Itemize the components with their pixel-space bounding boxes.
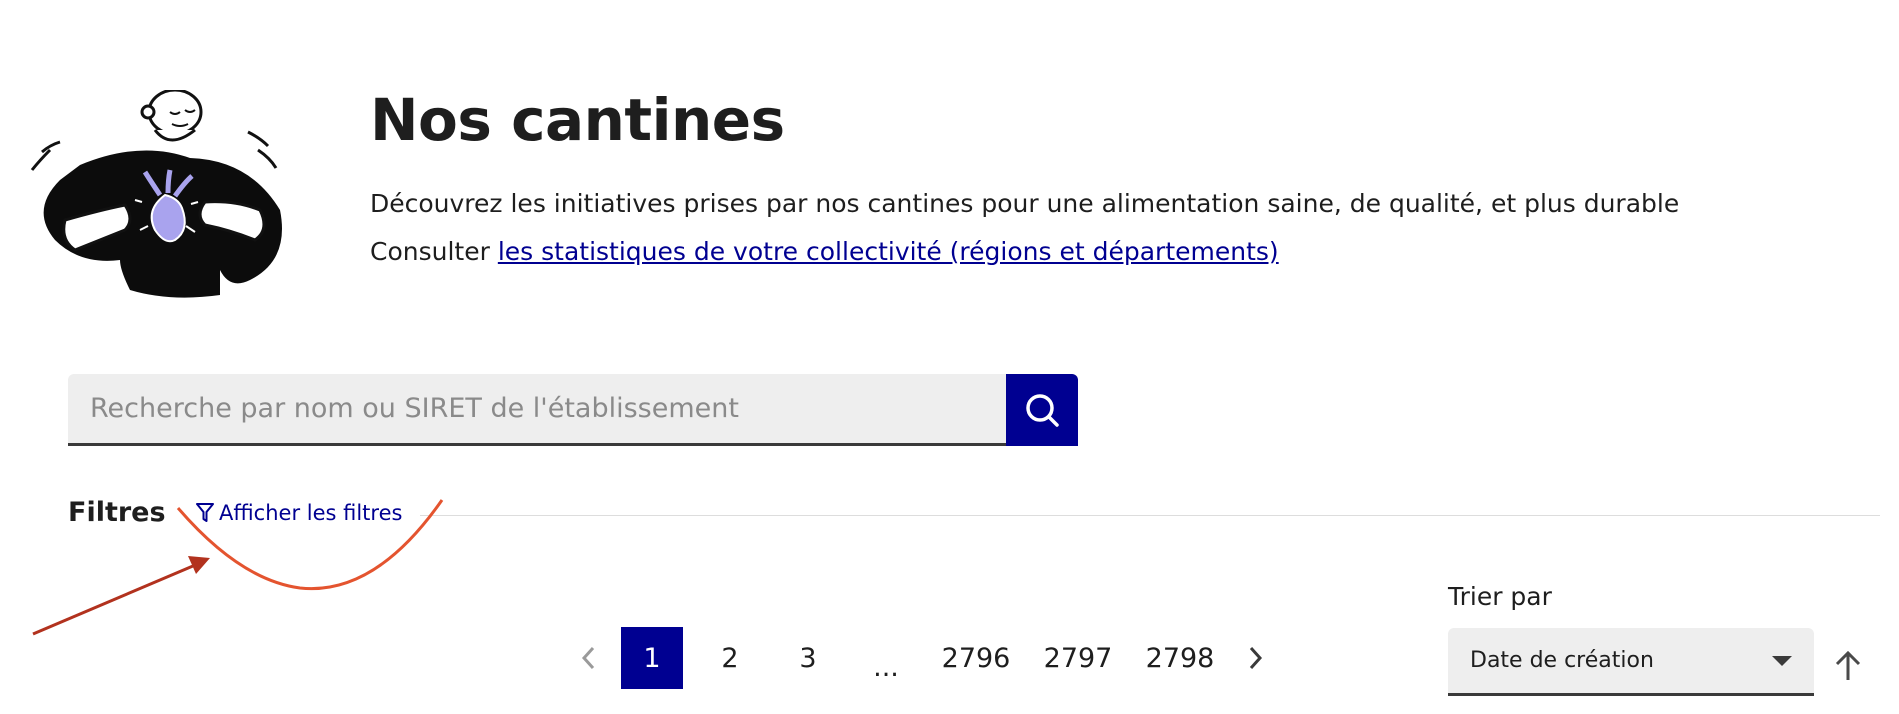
page-button-2796[interactable]: 2796 [932,627,1020,689]
stats-link[interactable]: les statistiques de votre collectivité (… [498,237,1279,266]
chevron-left-icon [581,646,595,670]
page-button-3[interactable]: 3 [777,627,839,689]
search-input[interactable] [68,374,1006,446]
chevron-right-icon [1249,646,1263,670]
page-button-1[interactable]: 1 [621,627,683,689]
sort-selected-value: Date de création [1470,648,1654,673]
funnel-icon [196,503,214,522]
stats-consult-line: Consulter les statistiques de votre coll… [370,232,1279,272]
sort-order-button[interactable] [1826,644,1870,688]
consult-prefix: Consulter [370,237,498,266]
pagination: 1 2 3 ... 2796 2797 2798 [565,627,1279,689]
arrow-up-icon [1835,650,1861,680]
search-bar [68,374,1078,446]
page-description: Découvrez les initiatives prises par nos… [370,189,1680,218]
page-title: Nos cantines [370,86,785,154]
previous-page-button[interactable] [565,627,613,689]
filters-divider [420,515,1880,516]
sort-select[interactable]: Date de création [1448,628,1814,696]
show-filters-label: Afficher les filtres [219,501,403,525]
pagination-ellipsis: ... [873,652,899,683]
person-holding-beet-illustration [30,90,282,298]
search-icon [1026,394,1059,427]
page-button-2[interactable]: 2 [699,627,761,689]
show-filters-button[interactable]: Afficher les filtres [195,501,402,525]
page-button-2797[interactable]: 2797 [1034,627,1122,689]
caret-down-icon [1772,655,1792,666]
filters-label: Filtres [68,497,166,528]
annotation-arrow [32,561,201,636]
search-button[interactable] [1006,374,1078,446]
page-button-2798[interactable]: 2798 [1136,627,1224,689]
next-page-button[interactable] [1231,627,1279,689]
sort-label: Trier par [1448,582,1552,611]
